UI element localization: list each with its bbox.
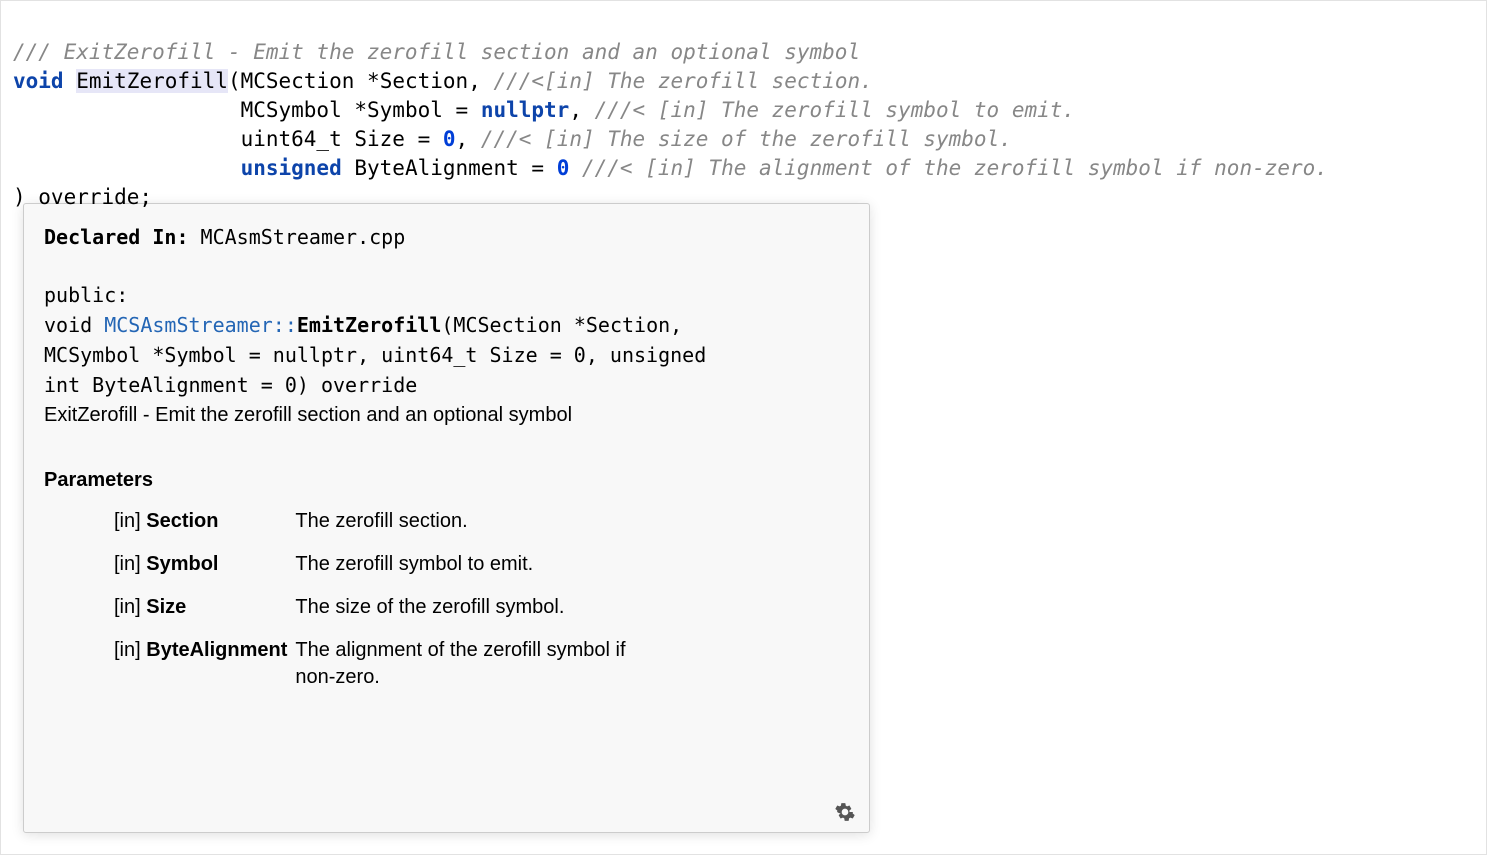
sig-line3: int ByteAlignment = 0) override xyxy=(44,373,417,397)
param1-name: Section xyxy=(380,69,469,93)
param-name: Symbol xyxy=(146,553,218,575)
punct: = xyxy=(443,98,481,122)
keyword-unsigned: unsigned xyxy=(241,156,342,180)
parameters-table: [in] Section The zerofill section. [in] … xyxy=(114,500,675,699)
parameters-heading: Parameters xyxy=(44,469,849,492)
sig-void: void xyxy=(44,313,104,337)
table-row: [in] ByteAlignment The alignment of the … xyxy=(114,629,675,699)
param-dir: [in] xyxy=(114,553,141,575)
param3-type: uint64_t xyxy=(241,127,355,151)
param-desc: The size of the zerofill symbol. xyxy=(295,586,675,629)
table-row: [in] Symbol The zerofill symbol to emit. xyxy=(114,543,675,586)
punct: = xyxy=(519,156,557,180)
code-doc-comment: /// ExitZerofill - Emit the zerofill sec… xyxy=(13,40,860,64)
editor-frame: /// ExitZerofill - Emit the zerofill sec… xyxy=(0,0,1487,855)
param1-type: MCSection * xyxy=(241,69,380,93)
sig-line2: MCSymbol *Symbol = nullptr, uint64_t Siz… xyxy=(44,343,706,367)
sig-post: (MCSection *Section, xyxy=(441,313,682,337)
sig-public: public: xyxy=(44,283,128,307)
param-desc: The zerofill section. xyxy=(295,500,675,543)
param-name: ByteAlignment xyxy=(146,639,287,661)
code-close: ) override; xyxy=(13,185,152,209)
param-desc: The alignment of the zerofill symbol if … xyxy=(295,629,675,699)
keyword-void: void xyxy=(13,69,64,93)
punct: , xyxy=(468,69,493,93)
doc-description: ExitZerofill - Emit the zerofill section… xyxy=(44,402,849,429)
punct: ( xyxy=(228,69,241,93)
param3-default: 0 xyxy=(443,127,456,151)
param2-name: Symbol xyxy=(367,98,443,122)
code-block[interactable]: /// ExitZerofill - Emit the zerofill sec… xyxy=(13,9,1474,241)
punct: , xyxy=(456,127,481,151)
sig-fn-name: EmitZerofill xyxy=(297,313,442,337)
param-dir: [in] xyxy=(114,639,141,661)
signature-block: public: void MCSAsmStreamer::EmitZerofil… xyxy=(44,280,849,400)
param2-comment: ///< [in] The zerofill symbol to emit. xyxy=(595,98,1075,122)
punct: , xyxy=(569,98,594,122)
param-name: Section xyxy=(146,510,218,532)
param2-type: MCSymbol * xyxy=(241,98,367,122)
sig-qualifier: MCSAsmStreamer:: xyxy=(104,313,297,337)
param-dir: [in] xyxy=(114,596,141,618)
param4-name: ByteAlignment xyxy=(342,156,519,180)
table-row: [in] Section The zerofill section. xyxy=(114,500,675,543)
punct xyxy=(569,156,582,180)
param-name: Size xyxy=(146,596,186,618)
param1-comment: ///<[in] The zerofill section. xyxy=(494,69,873,93)
quick-doc-popup: Declared In: MCAsmStreamer.cpp public: v… xyxy=(23,203,870,833)
param-desc: The zerofill symbol to emit. xyxy=(295,543,675,586)
gear-icon[interactable] xyxy=(835,802,855,822)
table-row: [in] Size The size of the zerofill symbo… xyxy=(114,586,675,629)
punct: = xyxy=(405,127,443,151)
keyword-nullptr: nullptr xyxy=(481,98,570,122)
function-name[interactable]: EmitZerofill xyxy=(76,69,228,93)
param4-comment: ///< [in] The alignment of the zerofill … xyxy=(582,156,1328,180)
param3-name: Size xyxy=(354,127,405,151)
param3-comment: ///< [in] The size of the zerofill symbo… xyxy=(481,127,1012,151)
param4-default: 0 xyxy=(557,156,570,180)
param-dir: [in] xyxy=(114,510,141,532)
